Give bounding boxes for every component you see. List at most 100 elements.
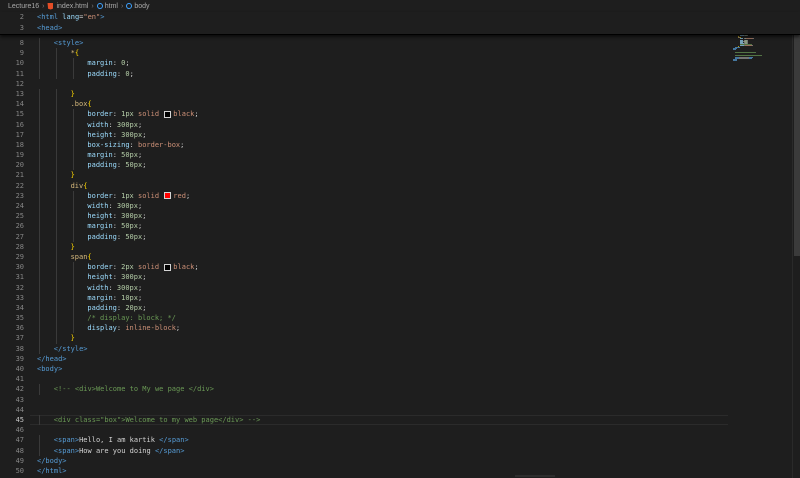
- token: 50px: [121, 222, 138, 231]
- token: 10px: [121, 293, 138, 302]
- line-number: 12: [15, 79, 24, 88]
- code-editor[interactable]: 8 <style> 9 *{10 margin: 0; 11 padding: 0; 12 13…: [0, 38, 800, 476]
- code-line[interactable]: 42 <!-- <div>Welcome to My we page </div>: [0, 384, 800, 395]
- line-number: 24: [15, 202, 24, 210]
- code-line[interactable]: 10 margin: 0;: [0, 58, 800, 69]
- code-line[interactable]: 25 height: 300px;: [0, 211, 800, 222]
- vertical-scrollbar[interactable]: [792, 12, 800, 478]
- code-line[interactable]: 35 /* display: block; */: [0, 313, 800, 324]
- indent-guide: [72, 211, 74, 222]
- indent-guide: [55, 68, 57, 79]
- code-line[interactable]: 8 <style>: [0, 38, 800, 49]
- code-line[interactable]: 3 <head>: [0, 23, 800, 34]
- line-text: margin: 50px;: [87, 221, 142, 231]
- indent-guide: [39, 68, 40, 79]
- code-line[interactable]: 44: [0, 405, 800, 415]
- code-line[interactable]: 17 height: 300px;: [0, 129, 800, 140]
- code-line[interactable]: 28}: [0, 241, 800, 252]
- code-line[interactable]: 36 display: inline-block;: [0, 323, 800, 334]
- token: </span>: [154, 446, 185, 455]
- minimap-line: [735, 54, 763, 56]
- indent-guide: [39, 119, 40, 130]
- code-line[interactable]: 38 </style>: [0, 343, 800, 354]
- code-line[interactable]: 20 padding: 50px;: [0, 160, 800, 171]
- code-line[interactable]: 13}: [0, 88, 800, 100]
- breadcrumb-file[interactable]: index.html: [56, 3, 88, 10]
- code-line[interactable]: 40 <body>: [0, 364, 800, 374]
- token: div: [70, 181, 84, 190]
- chevron-right-icon: ›: [91, 2, 94, 10]
- code-line[interactable]: 23 border: 1px solid red;: [0, 190, 800, 201]
- code-line[interactable]: 47 <span>Hello, I am kartik </span>: [0, 435, 800, 446]
- token: border: [87, 191, 113, 200]
- code-line[interactable]: 22 div{: [0, 180, 800, 191]
- line-number: 37: [15, 334, 24, 343]
- indent-guide: [39, 313, 40, 324]
- indent-guide: [39, 384, 40, 395]
- line-text: padding: 20px;: [87, 303, 146, 313]
- code-line[interactable]: 43: [0, 395, 800, 405]
- indent-guide: [39, 48, 40, 59]
- code-line[interactable]: 21}: [0, 170, 800, 181]
- token: :: [112, 130, 122, 139]
- breadcrumb-body[interactable]: body: [134, 3, 149, 10]
- code-line[interactable]: 48 <span>How are you doing </span>: [0, 445, 800, 456]
- color-swatch-icon[interactable]: [164, 192, 172, 200]
- code-line[interactable]: 12: [0, 79, 800, 89]
- code-line[interactable]: 46: [0, 425, 800, 435]
- code-line[interactable]: 39 </head>: [0, 354, 800, 364]
- scrollbar-thumb[interactable]: [794, 14, 800, 256]
- line-text: border: 1px solid red;: [87, 191, 190, 201]
- token: padding: [87, 232, 117, 241]
- code-line[interactable]: 30 border: 2px solid black;: [0, 262, 800, 273]
- token: </style>: [53, 344, 88, 353]
- code-line[interactable]: 34 padding: 20px;: [0, 302, 800, 314]
- code-line[interactable]: 11 padding: 0;: [0, 68, 800, 79]
- code-line[interactable]: 14 .box{: [0, 99, 800, 110]
- token: ;: [194, 110, 199, 119]
- code-line[interactable]: 2 <html lang="en">: [0, 12, 800, 23]
- code-line[interactable]: 18 box-sizing: border-box;: [0, 139, 800, 151]
- line-text: <!-- <div>Welcome to My we page </div>: [54, 384, 214, 394]
- code-line[interactable]: 19 margin: 50px;: [0, 150, 800, 161]
- code-line[interactable]: 37}: [0, 333, 800, 344]
- breadcrumb-html[interactable]: html: [105, 3, 118, 10]
- html-element-icon: [126, 3, 133, 9]
- horizontal-scrollbar[interactable]: [515, 475, 555, 477]
- code-line[interactable]: 45 <div class="box">Welcome to my web pag…: [0, 414, 800, 426]
- line-text: width: 300px;: [87, 201, 142, 211]
- token: display: [87, 324, 117, 333]
- code-line[interactable]: 26 margin: 50px;: [0, 221, 800, 232]
- token: ;: [180, 140, 185, 149]
- color-swatch-icon[interactable]: [164, 110, 172, 118]
- code-line[interactable]: 9 *{: [0, 48, 800, 59]
- line-number: 23: [15, 191, 24, 200]
- code-line[interactable]: 15 border: 1px solid black;: [0, 109, 800, 120]
- indent-guide: [55, 48, 57, 59]
- code-line[interactable]: 49 </body>: [0, 456, 800, 466]
- line-text: <style>: [54, 38, 84, 48]
- indent-guide: [72, 313, 74, 324]
- breadcrumb-folder[interactable]: Lecture16: [8, 3, 39, 10]
- indent-guide: [55, 190, 57, 201]
- token: 20px: [125, 303, 143, 312]
- code-line[interactable]: 31 height: 300px;: [0, 272, 800, 283]
- minimap-line: [751, 45, 753, 46]
- token: ;: [137, 202, 143, 210]
- code-line[interactable]: 29 span{: [0, 251, 800, 263]
- token: ;: [137, 120, 143, 129]
- code-line[interactable]: 27 padding: 50px;: [0, 231, 800, 242]
- code-line[interactable]: 16 width: 300px;: [0, 119, 800, 130]
- line-number: 9: [19, 49, 24, 58]
- code-line[interactable]: 33 margin: 10px;: [0, 292, 800, 303]
- token: margin: [87, 222, 113, 231]
- token: width: [87, 283, 109, 292]
- indent-guide: [55, 313, 57, 324]
- color-swatch-icon[interactable]: [164, 263, 172, 271]
- sticky-scroll-header[interactable]: 2 <html lang="en"> 3 <head>: [0, 12, 800, 35]
- line-text: border: 2px solid black;: [87, 262, 198, 272]
- code-line[interactable]: 41: [0, 374, 800, 384]
- code-line[interactable]: 24 width: 300px;: [0, 201, 800, 212]
- code-line[interactable]: 32 width: 300px;: [0, 282, 800, 293]
- code-line[interactable]: 50 </html>: [0, 466, 800, 476]
